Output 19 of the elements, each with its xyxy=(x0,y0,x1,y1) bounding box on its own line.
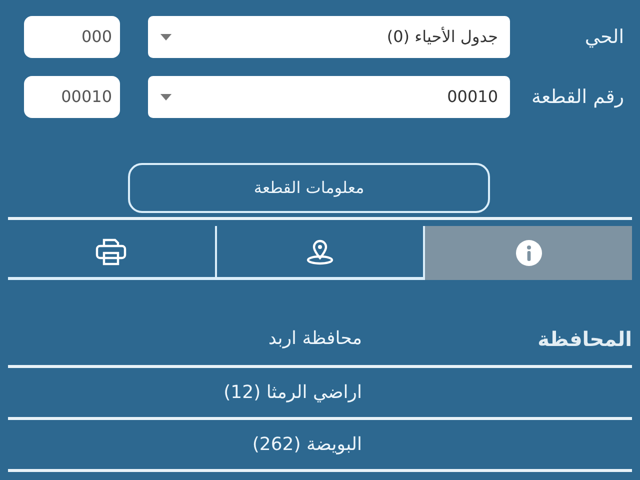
field-label: رقم القطعة xyxy=(530,84,625,110)
tab[interactable] xyxy=(8,226,217,280)
field-label: الحي xyxy=(584,24,625,50)
input-field[interactable]: 000 xyxy=(24,16,120,58)
plot-info-button[interactable]: معلومات القطعة xyxy=(128,163,490,213)
input-field[interactable]: 00010 xyxy=(24,76,120,118)
info-icon xyxy=(514,239,543,267)
dropdown[interactable]: 00010 xyxy=(148,76,510,118)
caret-icon xyxy=(160,34,172,40)
detail-value: البويضة (262) xyxy=(252,433,362,457)
pin-icon xyxy=(306,238,334,266)
detail-value: محافظة اربد xyxy=(268,327,362,351)
tab[interactable] xyxy=(425,226,632,280)
dropdown[interactable]: جدول الأحياء (0) xyxy=(148,16,510,58)
detail-value: اراضي الرمثا (12) xyxy=(224,381,362,405)
detail-label: المحافظة xyxy=(536,326,632,352)
printer-icon xyxy=(95,238,128,266)
caret-icon xyxy=(160,94,172,100)
tab[interactable] xyxy=(216,226,426,280)
